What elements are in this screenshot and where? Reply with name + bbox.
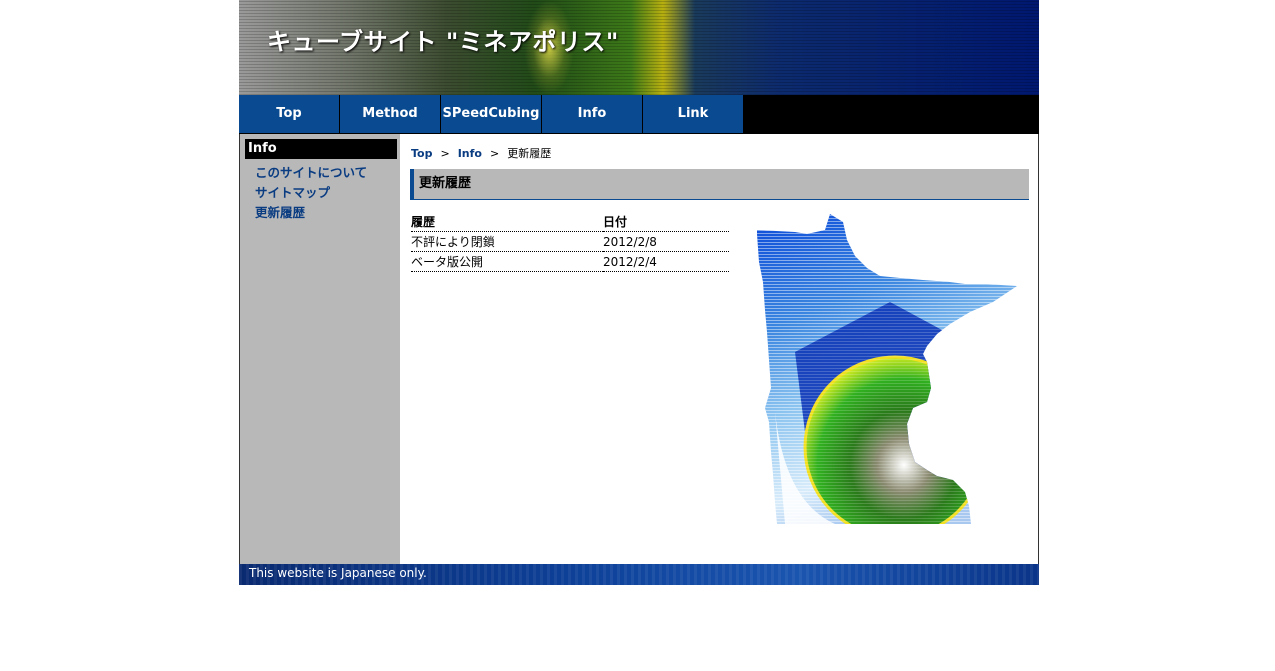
table-row: 不評により閉鎖 2012/2/8: [411, 231, 729, 252]
date-cell: 2012/2/4: [603, 251, 729, 272]
body-area: Info このサイトについて サイトマップ 更新履歴 Top > Info > 更新履歴…: [239, 134, 1039, 564]
column-header-history: 履歴: [411, 212, 603, 232]
breadcrumb-top[interactable]: Top: [411, 147, 432, 160]
site-title: キューブサイト "ミネアポリス": [267, 28, 619, 56]
sidebar-item-about[interactable]: このサイトについて: [255, 162, 367, 181]
breadcrumb-info[interactable]: Info: [458, 147, 482, 160]
date-cell: 2012/2/8: [603, 231, 729, 252]
nav-speedcubing[interactable]: SPeedCubing: [441, 95, 541, 133]
sidebar-item-history[interactable]: 更新履歴: [255, 202, 305, 221]
sidebar-heading: Info: [245, 139, 397, 159]
table-header-row: 履歴 日付: [411, 212, 729, 232]
table-row: ベータ版公開 2012/2/4: [411, 251, 729, 272]
nav-top[interactable]: Top: [239, 95, 339, 133]
sidebar: Info このサイトについて サイトマップ 更新履歴: [240, 134, 400, 564]
page: キューブサイト "ミネアポリス" Top Method SPeedCubing …: [239, 0, 1039, 585]
main-content: Top > Info > 更新履歴 更新履歴 履歴 日付 不評により閉鎖 2012/2/…: [400, 134, 1038, 564]
main-nav: Top Method SPeedCubing Info Link: [239, 95, 1039, 134]
history-cell: ベータ版公開: [411, 251, 603, 272]
history-table: 履歴 日付 不評により閉鎖 2012/2/8 ベータ版公開 2012/2/4: [411, 212, 729, 272]
nav-link[interactable]: Link: [643, 95, 743, 133]
nav-info[interactable]: Info: [542, 95, 642, 133]
breadcrumb-separator: >: [489, 147, 500, 160]
section-title: 更新履歴: [410, 169, 1029, 200]
site-header: キューブサイト "ミネアポリス": [239, 0, 1039, 95]
footer-text: This website is Japanese only.: [249, 566, 427, 580]
site-footer: This website is Japanese only.: [239, 564, 1039, 585]
breadcrumb-current: 更新履歴: [507, 147, 552, 160]
breadcrumb-separator: >: [440, 147, 450, 160]
nav-method[interactable]: Method: [340, 95, 440, 133]
column-header-date: 日付: [603, 212, 729, 232]
breadcrumb: Top > Info > 更新履歴: [411, 145, 551, 161]
history-cell: 不評により閉鎖: [411, 231, 603, 252]
minnesota-map-illustration: [757, 214, 1017, 524]
sidebar-item-sitemap[interactable]: サイトマップ: [255, 182, 330, 201]
